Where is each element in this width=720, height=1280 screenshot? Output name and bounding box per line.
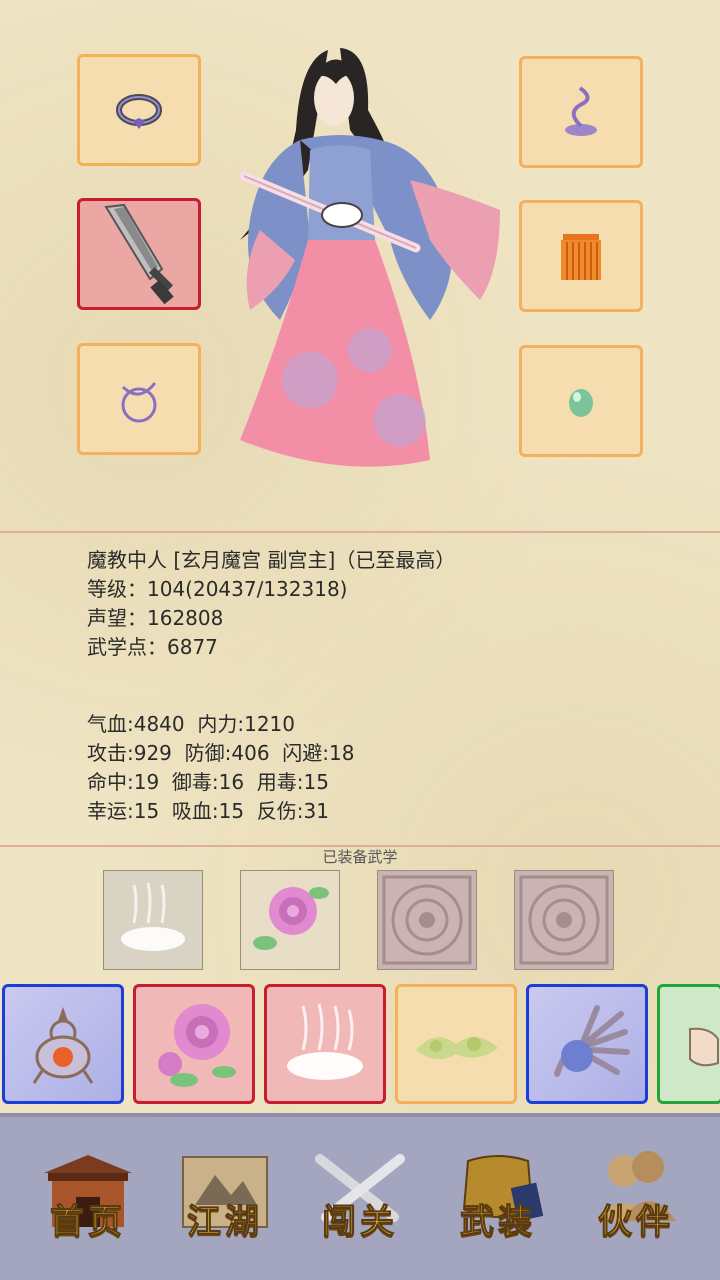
equipped-art-slot[interactable]: [240, 870, 340, 970]
equipped-martial-arts-label: 已装备武学: [322, 848, 398, 866]
equipped-art-slot-locked[interactable]: [514, 870, 614, 970]
stats-row: 气血:4840 内力:1210: [87, 712, 295, 736]
equip-slot-jade[interactable]: [519, 345, 643, 457]
character-level: 等级：104(20437/132318): [87, 577, 348, 601]
stats-row: 攻击:929 防御:406 闪避:18: [87, 741, 355, 765]
locked-seal-icon: [515, 871, 613, 969]
hairpin-icon: [565, 86, 597, 136]
skill-slot[interactable]: [657, 984, 720, 1104]
nav-jianghu[interactable]: 江湖: [165, 1145, 285, 1255]
character-info: 魔教中人 [玄月魔宫 副宫主]（已至最高） 等级：104(20437/13231…: [87, 546, 455, 662]
skill-slot[interactable]: [526, 984, 648, 1104]
furnace-icon: [32, 1007, 94, 1084]
nav-jianghu-label: 江湖: [187, 1202, 263, 1243]
stats-block: 气血:4840 内力:1210 攻击:929 防御:406 闪避:18 命中:1…: [87, 710, 354, 826]
character-prestige: 声望：162808: [87, 606, 224, 630]
equip-slot-bracelet[interactable]: [77, 343, 201, 455]
nav-partner-label: 伙伴: [598, 1202, 674, 1243]
skill-slot[interactable]: [264, 984, 386, 1104]
character-title: 魔教中人 [玄月魔宫 副宫主]（已至最高）: [87, 548, 456, 572]
equip-slot-ring[interactable]: [77, 54, 201, 166]
ring-icon: [116, 94, 162, 129]
equip-slot-hairpin[interactable]: [519, 56, 643, 168]
fist-icon: [689, 1027, 719, 1067]
equip-slot-robe[interactable]: [519, 200, 643, 312]
robe-icon: [561, 234, 601, 280]
palm-icon: [554, 1005, 630, 1077]
equip-slot-weapon[interactable]: [77, 198, 201, 310]
rose-art-icon: [241, 871, 339, 969]
skill-slot[interactable]: [2, 984, 124, 1104]
nav-home-label: 首页: [50, 1202, 126, 1243]
bottom-nav: 首页 江湖 闯关 武装 伙伴: [0, 1113, 720, 1280]
stats-row: 幸运:15 吸血:15 反伤:31: [87, 799, 329, 823]
skill-slot[interactable]: [395, 984, 517, 1104]
bracelet-icon: [121, 382, 157, 423]
equipped-art-slot-locked[interactable]: [377, 870, 477, 970]
broadsword-icon: [104, 203, 174, 305]
nav-partner[interactable]: 伙伴: [576, 1145, 696, 1255]
herb-icon: [416, 1036, 498, 1060]
locked-seal-icon: [378, 871, 476, 969]
stats-row: 命中:19 御毒:16 用毒:15: [87, 770, 329, 794]
rose-art-icon: [158, 1004, 236, 1087]
nav-equipment[interactable]: 武装: [438, 1145, 558, 1255]
nav-challenge-label: 闯关: [322, 1202, 398, 1243]
jade-icon: [569, 389, 593, 417]
nav-equipment-label: 武装: [460, 1202, 536, 1243]
skill-slot[interactable]: [133, 984, 255, 1104]
nav-challenge[interactable]: 闯关: [300, 1145, 420, 1255]
character-martial-points: 武学点：6877: [87, 635, 218, 659]
nav-home[interactable]: 首页: [28, 1145, 148, 1255]
mist-art-icon: [287, 1003, 363, 1080]
mist-art-icon: [104, 871, 202, 969]
equipped-art-slot[interactable]: [103, 870, 203, 970]
character-portrait: [239, 48, 500, 467]
section-divider: [0, 531, 720, 533]
